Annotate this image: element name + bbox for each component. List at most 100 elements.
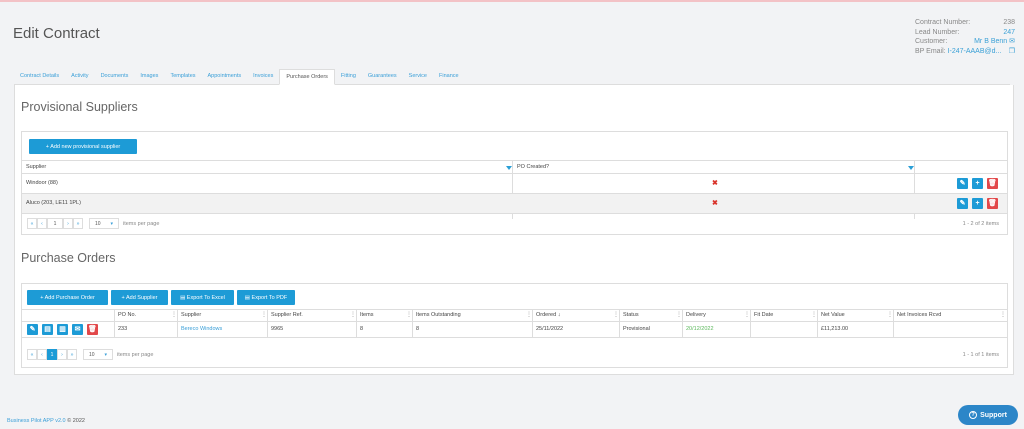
add-purchase-order-button[interactable]: + Add Purchase Order [27, 290, 108, 305]
support-button[interactable]: ? Support [958, 405, 1018, 425]
tab-invoices[interactable]: Invoices [247, 69, 279, 85]
email-icon[interactable]: ✉ [1009, 38, 1015, 45]
delivery-cell: 20/12/2022 [686, 326, 714, 332]
contract-info: Contract Number: 238 Lead Number: 247 Cust… [915, 18, 1015, 56]
export-pdf-label: Export To PDF [251, 294, 288, 301]
page-size-value: 10 [88, 351, 95, 358]
edit-icon[interactable]: ✎ [957, 178, 968, 189]
tab-service[interactable]: Service [403, 69, 433, 85]
items-per-page-label: items per page [123, 220, 160, 227]
tab-activity[interactable]: Activity [65, 69, 94, 85]
column-menu-icon[interactable]: ⋮ [887, 311, 893, 318]
column-header-ordered[interactable]: Ordered ↓ [536, 312, 560, 318]
tab-fitting[interactable]: Fitting [335, 69, 362, 85]
first-page-button[interactable]: « [27, 218, 37, 229]
table-row: Windoor (88) ✖ ✎ + 🗑 [22, 174, 1007, 193]
customer-label: Customer: [915, 38, 948, 45]
add-icon[interactable]: + [972, 198, 983, 209]
delete-icon[interactable]: 🗑 [87, 324, 98, 335]
last-page-button[interactable]: » [73, 218, 83, 229]
items-outstanding-cell: 8 [416, 326, 420, 332]
tab-finance[interactable]: Finance [433, 69, 465, 85]
page-title: Edit Contract [13, 25, 100, 42]
add-icon[interactable]: + [972, 178, 983, 189]
edit-icon[interactable]: ✎ [957, 198, 968, 209]
column-header-po-created[interactable]: PO Created? [517, 164, 549, 170]
provisional-suppliers-grid: + Add new provisional supplier Supplier … [21, 131, 1008, 235]
tab-contract-details[interactable]: Contract Details [14, 69, 65, 85]
column-header-net-value[interactable]: Net Value [821, 312, 845, 318]
tab-content-card: Provisional Suppliers + Add new provisio… [14, 85, 1014, 375]
delete-icon[interactable]: 🗑 [987, 198, 998, 209]
column-menu-icon[interactable]: ⋮ [526, 311, 532, 318]
supplier-link[interactable]: Bereco Windows [181, 326, 222, 332]
prev-page-button[interactable]: ‹ [37, 349, 47, 360]
support-label: Support [980, 411, 1007, 419]
supplier-ref-cell: 9965 [271, 326, 284, 332]
column-menu-icon[interactable]: ⋮ [406, 311, 412, 318]
column-header-items-outstanding[interactable]: Items Outstanding [416, 312, 461, 318]
column-menu-icon[interactable]: ⋮ [676, 311, 682, 318]
top-accent-line [0, 0, 1024, 2]
tab-guarantees[interactable]: Guarantees [362, 69, 403, 85]
prev-page-button[interactable]: ‹ [37, 218, 47, 229]
add-provisional-supplier-button[interactable]: + Add new provisional supplier [29, 139, 137, 154]
items-cell: 8 [360, 326, 364, 332]
column-menu-icon[interactable]: ⋮ [811, 311, 817, 318]
customer-link[interactable]: Mr B Benn [974, 38, 1007, 45]
help-icon: ? [969, 411, 978, 419]
footer: Business Pilot APP v2.0 © 2022 [7, 418, 85, 424]
export-excel-button[interactable]: ▤ Export To Excel [171, 290, 234, 305]
bp-email-link[interactable]: I-247-AAAB@d... [948, 48, 1002, 55]
lead-number-link[interactable]: 247 [1003, 28, 1015, 38]
next-page-button[interactable]: › [63, 218, 73, 229]
tab-templates[interactable]: Templates [164, 69, 201, 85]
ordered-cell: 25/11/2022 [536, 326, 564, 332]
column-header-items[interactable]: Items [360, 312, 373, 318]
page-1-button[interactable]: 1 [47, 349, 57, 360]
email-icon[interactable]: ✉ [72, 324, 83, 335]
net-value-cell: £11,213.00 [821, 326, 849, 332]
column-menu-icon[interactable]: ⋮ [1000, 311, 1006, 318]
pdf-icon[interactable]: ▥ [57, 324, 68, 335]
page-size-select[interactable]: 10 ▾ [89, 218, 119, 229]
edit-icon[interactable]: ✎ [27, 324, 38, 335]
last-page-button[interactable]: » [67, 349, 77, 360]
file-icon: ▤ [180, 294, 186, 301]
not-created-icon: ✖ [712, 200, 718, 207]
add-supplier-button[interactable]: + Add Supplier [111, 290, 168, 305]
export-pdf-button[interactable]: ▤ Export To PDF [237, 290, 295, 305]
document-icon[interactable]: ▤ [42, 324, 53, 335]
items-count: 1 - 1 of 1 items [962, 352, 999, 358]
column-menu-icon[interactable]: ⋮ [613, 311, 619, 318]
page-number-input[interactable]: 1 [47, 218, 63, 229]
not-created-icon: ✖ [712, 180, 718, 187]
column-header-delivery[interactable]: Delivery [686, 312, 706, 318]
column-header-supplier[interactable]: Supplier [181, 312, 201, 318]
pager: « ‹ 1 › » 10 ▾ items per page [27, 349, 153, 360]
page-size-select[interactable]: 10 ▾ [83, 349, 113, 360]
column-header-fit-date[interactable]: Fit Date [754, 312, 773, 318]
lead-number-label: Lead Number: [915, 28, 960, 36]
supplier-cell: Windoor (88) [26, 180, 58, 186]
first-page-button[interactable]: « [27, 349, 37, 360]
column-header-net-invoices-rcvd[interactable]: Net Invoices Rcvd [897, 312, 941, 318]
delete-icon[interactable]: 🗑 [987, 178, 998, 189]
next-page-button[interactable]: › [57, 349, 67, 360]
app-name-link[interactable]: Business Pilot APP v2.0 [7, 418, 66, 424]
column-header-po-no[interactable]: PO No. [118, 312, 136, 318]
table-row: Aluco (203, LE11 1PL) ✖ ✎ + 🗑 [22, 194, 1007, 213]
tab-images[interactable]: Images [134, 69, 164, 85]
column-header-supplier[interactable]: Supplier [26, 164, 46, 170]
tab-purchase-orders[interactable]: Purchase Orders [279, 69, 335, 85]
column-header-status[interactable]: Status [623, 312, 639, 318]
file-icon: ▤ [244, 294, 250, 301]
tab-documents[interactable]: Documents [95, 69, 135, 85]
column-menu-icon[interactable]: ⋮ [350, 311, 356, 318]
column-menu-icon[interactable]: ⋮ [744, 311, 750, 318]
tab-appointments[interactable]: Appointments [202, 69, 248, 85]
column-menu-icon[interactable]: ⋮ [261, 311, 267, 318]
copy-icon[interactable]: ❐ [1009, 47, 1015, 57]
column-header-supplier-ref[interactable]: Supplier Ref. [271, 312, 303, 318]
column-menu-icon[interactable]: ⋮ [171, 311, 177, 318]
